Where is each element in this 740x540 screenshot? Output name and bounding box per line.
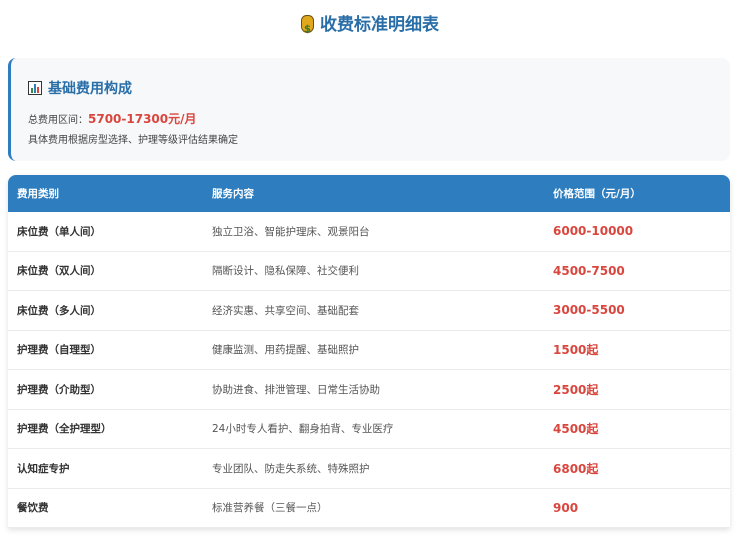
price-cell: 1500起 [553, 343, 599, 358]
table-row: 餐饮费 标准营养餐（三餐一点） 900 [8, 488, 730, 528]
price-cell: 3000-5500 [553, 303, 625, 318]
table-row: 认知症专护 专业团队、防走失系统、特殊照护 6800起 [8, 449, 730, 489]
price-cell: 900 [553, 500, 579, 515]
service-cell: 隔断设计、隐私保障、社交便利 [212, 265, 359, 278]
table-row: 床位费（多人间） 经济实惠、共享空间、基础配套 3000-5500 [8, 291, 730, 331]
total-label: 总费用区间： [28, 115, 88, 126]
service-cell: 标准营养餐（三餐一点） [212, 502, 328, 515]
bar-chart-icon [28, 81, 42, 95]
service-cell: 24小时专人看护、翻身拍背、专业医疗 [212, 423, 394, 436]
category-cell: 护理费（自理型） [17, 344, 101, 357]
table-header: 费用类别 服务内容 价格范围（元/月） [8, 175, 730, 212]
price-cell: 2500起 [553, 382, 599, 397]
service-cell: 经济实惠、共享空间、基础配套 [212, 304, 359, 317]
money-bag-icon [301, 15, 314, 43]
service-cell: 协助进食、排泄管理、日常生活协助 [212, 383, 380, 396]
service-cell: 独立卫浴、智能护理床、观景阳台 [212, 225, 370, 238]
category-cell: 护理费（全护理型） [17, 423, 112, 436]
category-cell: 床位费（双人间） [17, 265, 101, 278]
fee-table: 费用类别 服务内容 价格范围（元/月） 床位费（单人间） 独立卫浴、智能护理床、观… [8, 175, 730, 528]
title-text: 收费标准明细表 [320, 15, 439, 35]
price-cell: 4500起 [553, 422, 599, 437]
page-title: 收费标准明细表 [0, 12, 740, 43]
table-row: 护理费（全护理型） 24小时专人看护、翻身拍背、专业医疗 4500起 [8, 409, 730, 449]
category-cell: 护理费（介助型） [17, 383, 101, 396]
total-range: 总费用区间：5700-17300元/月 [28, 110, 197, 127]
service-cell: 健康监测、用药提醒、基础照护 [212, 344, 359, 357]
summary-card: 基础费用构成 总费用区间：5700-17300元/月 具体费用根据房型选择、护理… [8, 58, 730, 161]
total-value: 5700-17300元/月 [88, 112, 197, 126]
service-cell: 专业团队、防走失系统、特殊照护 [212, 462, 370, 475]
category-cell: 餐饮费 [17, 502, 49, 515]
summary-note: 具体费用根据房型选择、护理等级评估结果确定 [28, 135, 238, 146]
table-row: 护理费（介助型） 协助进食、排泄管理、日常生活协助 2500起 [8, 370, 730, 410]
category-cell: 床位费（单人间） [17, 225, 101, 238]
table-row: 护理费（自理型） 健康监测、用药提醒、基础照护 1500起 [8, 330, 730, 370]
category-cell: 床位费（多人间） [17, 304, 101, 317]
category-cell: 认知症专护 [17, 462, 70, 475]
summary-heading-text: 基础费用构成 [48, 81, 132, 97]
table-row: 床位费（单人间） 独立卫浴、智能护理床、观景阳台 6000-10000 [8, 212, 730, 252]
price-cell: 6800起 [553, 461, 599, 476]
header-service: 服务内容 [212, 188, 254, 200]
summary-heading: 基础费用构成 [28, 78, 132, 98]
price-cell: 6000-10000 [553, 224, 634, 239]
price-cell: 4500-7500 [553, 263, 625, 278]
table-row: 床位费（双人间） 隔断设计、隐私保障、社交便利 4500-7500 [8, 251, 730, 291]
header-category: 费用类别 [17, 188, 59, 200]
header-price: 价格范围（元/月） [553, 188, 641, 200]
